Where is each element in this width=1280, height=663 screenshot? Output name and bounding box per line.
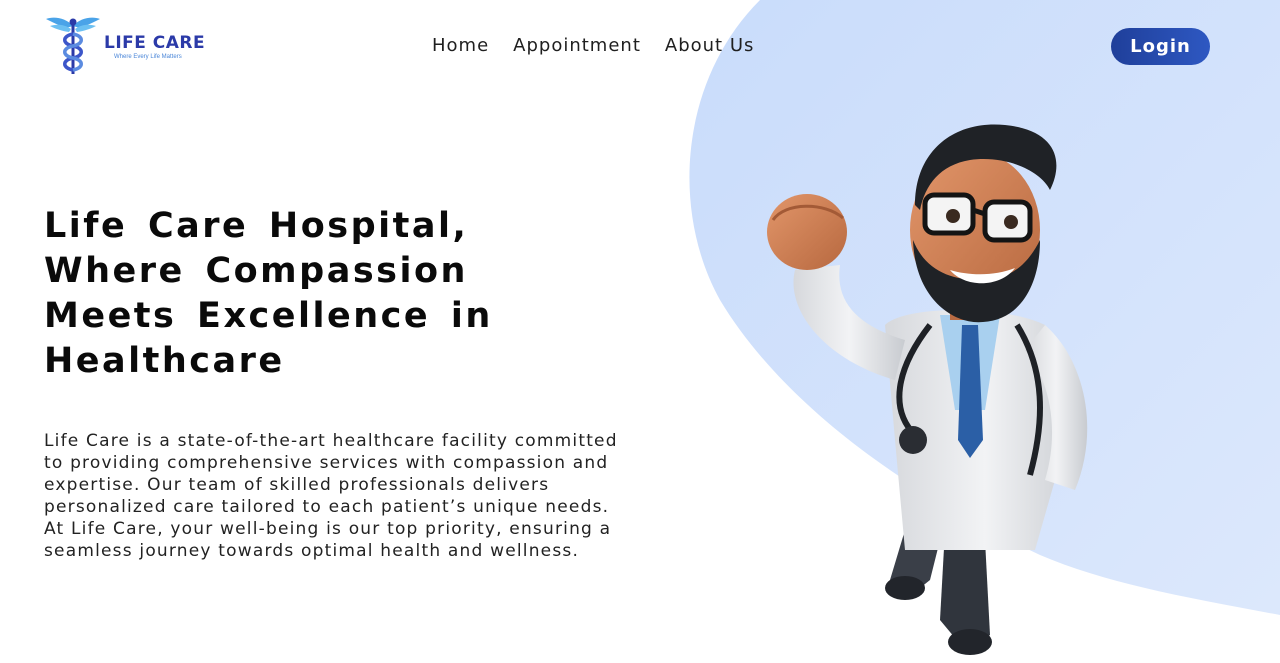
nav-about-us[interactable]: About Us <box>665 35 755 56</box>
hero-description: Life Care is a state-of-the-art healthca… <box>44 431 618 561</box>
site-header: LIFE CARE Where Every Life Matters Home … <box>0 0 1280 90</box>
nav-home[interactable]: Home <box>432 35 489 56</box>
landing-page: LIFE CARE Where Every Life Matters Home … <box>0 0 1280 663</box>
brand-tagline: Where Every Life Matters <box>114 54 182 60</box>
hero-title: Life Care Hospital, Where Compassion Mee… <box>44 206 493 381</box>
brand-name: LIFE CARE <box>104 33 206 53</box>
doctor-illustration <box>767 124 1088 655</box>
brand-logo[interactable]: LIFE CARE Where Every Life Matters <box>44 14 205 76</box>
nav-appointment[interactable]: Appointment <box>513 35 641 56</box>
login-button[interactable]: Login <box>1111 28 1210 65</box>
caduceus-icon <box>46 17 100 74</box>
brand-text: LIFE CARE Where Every Life Matters <box>104 34 205 60</box>
main-nav: Home Appointment About Us <box>432 35 754 56</box>
